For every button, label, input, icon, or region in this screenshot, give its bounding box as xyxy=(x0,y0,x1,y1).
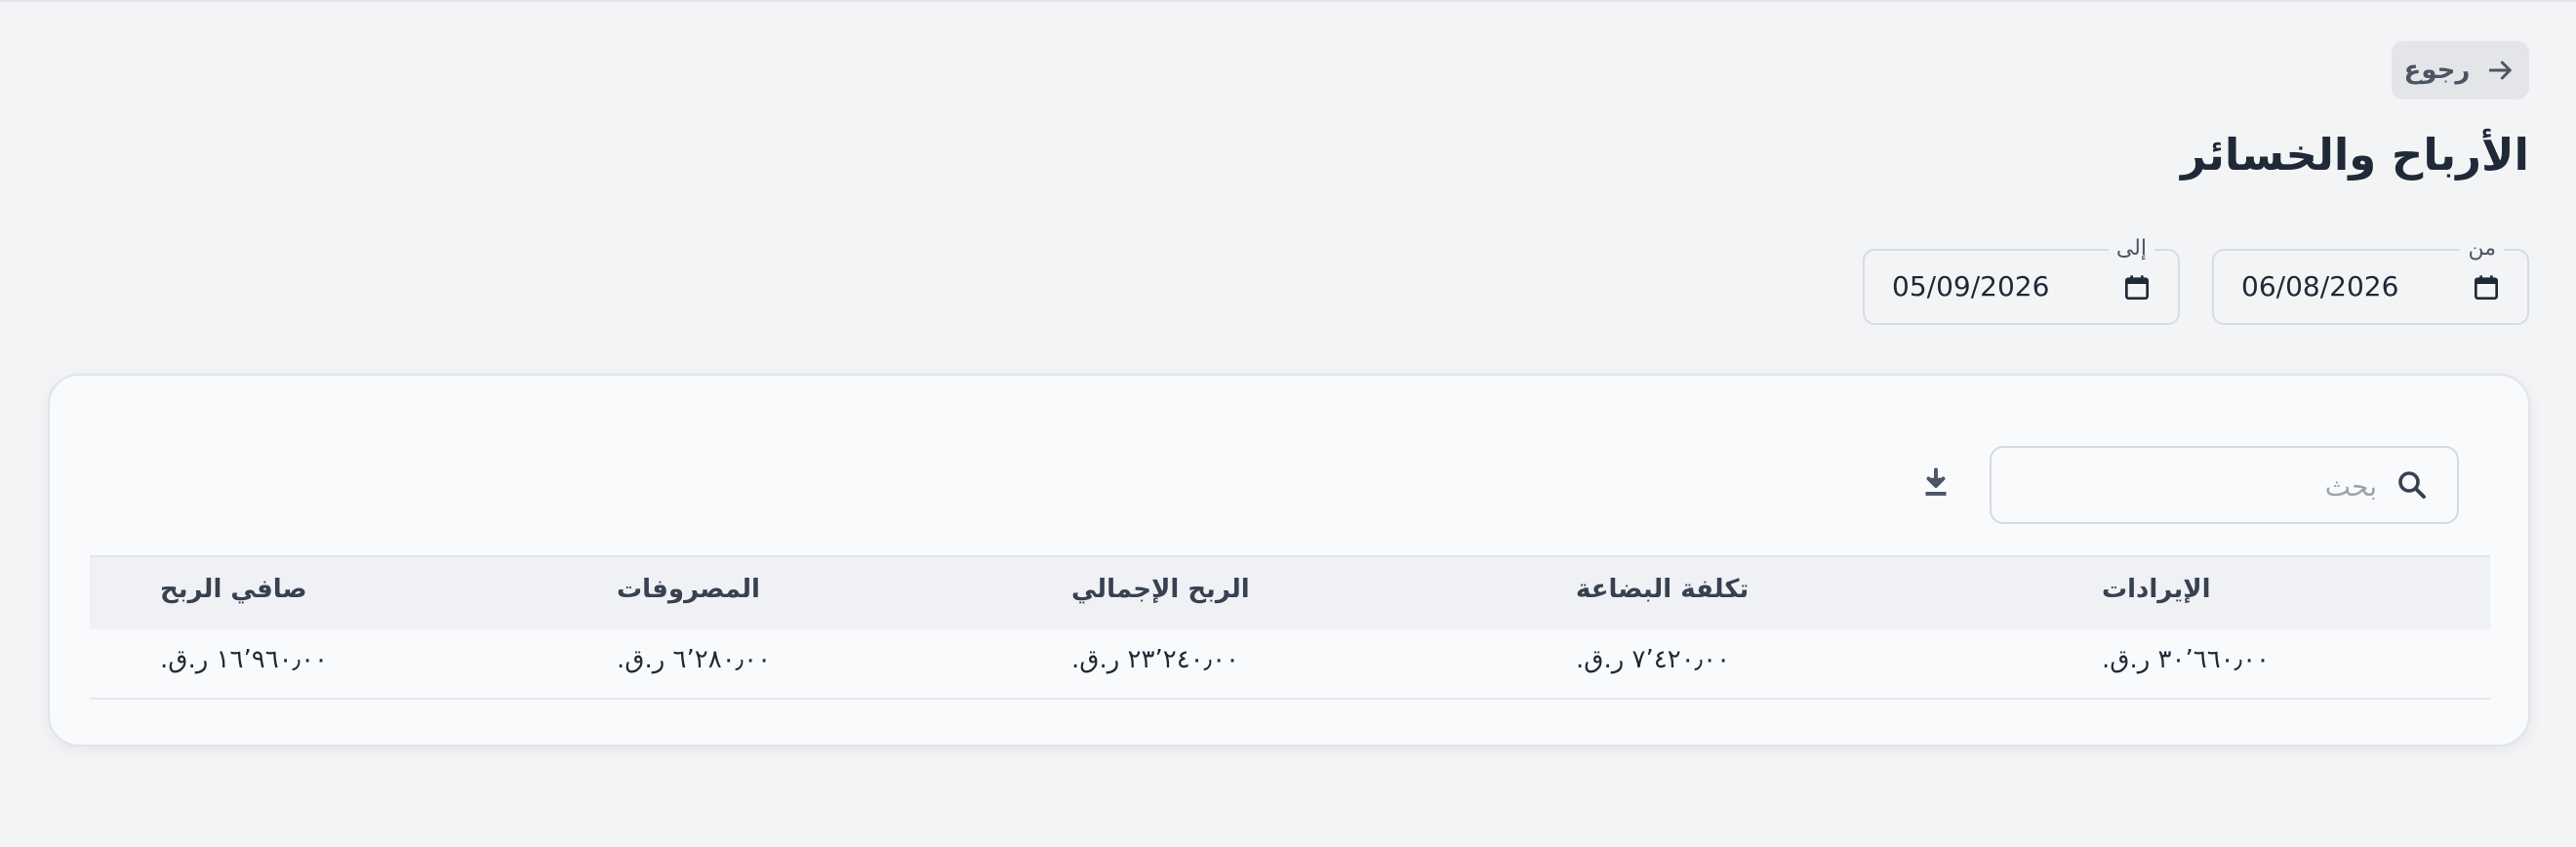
cell-gross-profit: ٢٣٬٢٤٠٫٠٠ ر.ق. xyxy=(1071,645,1239,674)
from-date-label: من xyxy=(2460,234,2504,263)
table-header: الإيرادات تكلفة البضاعة الربح الإجمالي ا… xyxy=(90,555,2490,629)
search-input[interactable] xyxy=(2024,464,2379,508)
pnl-table: الإيرادات تكلفة البضاعة الربح الإجمالي ا… xyxy=(90,555,2490,700)
column-header-expenses[interactable]: المصروفات xyxy=(617,575,760,604)
cell-revenue: ٣٠٬٦٦٠٫٠٠ ر.ق. xyxy=(2102,645,2270,674)
search-icon xyxy=(2395,467,2430,503)
search-box[interactable] xyxy=(1990,446,2459,524)
calendar-icon[interactable] xyxy=(2121,272,2153,303)
back-label: رجوع xyxy=(2403,56,2471,85)
to-date-label: إلى xyxy=(2108,234,2154,263)
calendar-icon[interactable] xyxy=(2471,272,2502,303)
column-header-gross-profit[interactable]: الربح الإجمالي xyxy=(1071,575,1250,604)
report-card: الإيرادات تكلفة البضاعة الربح الإجمالي ا… xyxy=(48,374,2530,746)
back-button[interactable]: رجوع xyxy=(2392,41,2529,100)
cell-expenses: ٦٬٢٨٠٫٠٠ ر.ق. xyxy=(617,645,772,674)
page-title: الأرباح والخسائر xyxy=(2180,129,2529,181)
to-date-value: 05/09/2026 xyxy=(1892,270,2050,302)
table-row: ٣٠٬٦٦٠٫٠٠ ر.ق. ٧٬٤٢٠٫٠٠ ر.ق. ٢٣٬٢٤٠٫٠٠ ر… xyxy=(90,629,2490,700)
top-divider xyxy=(0,0,2576,2)
cell-net-profit: ١٦٬٩٦٠٫٠٠ ر.ق. xyxy=(160,645,328,674)
column-header-net-profit[interactable]: صافي الربح xyxy=(160,575,307,604)
download-icon[interactable] xyxy=(1918,465,1953,501)
arrow-right-icon xyxy=(2485,55,2516,86)
from-date-value: 06/08/2026 xyxy=(2241,270,2399,302)
to-date-field[interactable]: إلى 05/09/2026 xyxy=(1863,234,2180,325)
column-header-cogs[interactable]: تكلفة البضاعة xyxy=(1576,575,1749,604)
from-date-field[interactable]: من 06/08/2026 xyxy=(2212,234,2529,325)
column-header-revenue[interactable]: الإيرادات xyxy=(2102,575,2211,604)
cell-cogs: ٧٬٤٢٠٫٠٠ ر.ق. xyxy=(1576,645,1731,674)
